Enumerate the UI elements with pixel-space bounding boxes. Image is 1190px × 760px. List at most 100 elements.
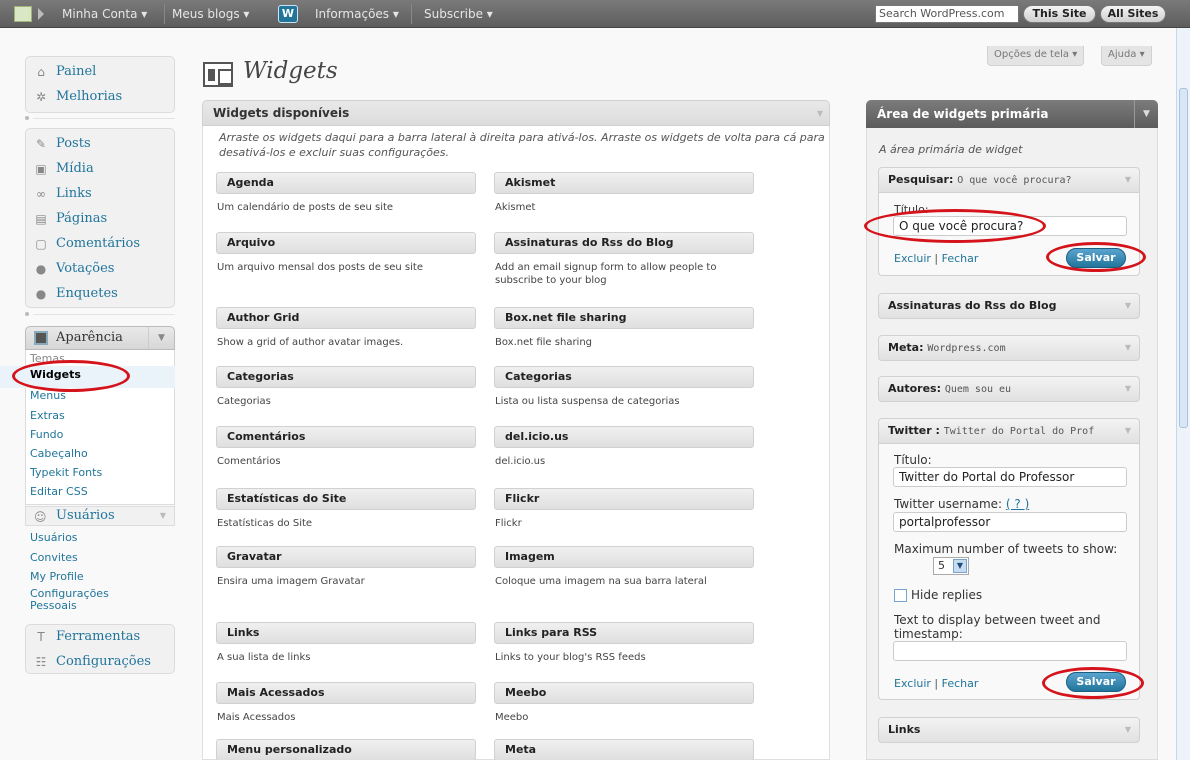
save-button[interactable]: Salvar	[1066, 248, 1126, 268]
close-link[interactable]: Fechar	[942, 677, 979, 690]
submenu-item-menus[interactable]: Menus	[30, 388, 66, 404]
hide-replies-label: Hide replies	[911, 588, 983, 602]
menu-item-midia[interactable]: ▣ Mídia	[26, 157, 174, 181]
close-link[interactable]: Fechar	[942, 252, 979, 265]
chevron-down-icon[interactable]: ▼	[160, 511, 166, 520]
menu-item-ferramentas[interactable]: T Ferramentas	[26, 625, 174, 649]
subscribe-label: Subscribe	[424, 7, 483, 21]
submenu-item-typekit[interactable]: Typekit Fonts	[30, 465, 102, 481]
settings-icon: ☷	[35, 655, 47, 669]
available-widget[interactable]: Categorias	[216, 366, 476, 388]
submenu-item-cabecalho[interactable]: Cabeçalho	[30, 446, 88, 462]
chevron-down-icon[interactable]: ▼	[1125, 718, 1131, 742]
submenu-item-convites[interactable]: Convites	[30, 550, 78, 566]
available-widget[interactable]: Links para RSS	[494, 622, 754, 644]
submenu-item-usuarios[interactable]: Usuários	[30, 530, 78, 546]
title-label: Título:	[894, 203, 929, 216]
twitter-username-input[interactable]: portalprofessor	[893, 512, 1127, 532]
scrollbar[interactable]	[1176, 28, 1190, 760]
wordpress-logo-icon[interactable]: W	[278, 5, 298, 23]
chevron-down-icon[interactable]: ▼	[817, 109, 823, 118]
submenu-item-fundo[interactable]: Fundo	[30, 427, 63, 443]
widget-twitter-header[interactable]: Twitter : Twitter do Portal do Prof ▼	[878, 418, 1140, 444]
widget-rss-header[interactable]: Assinaturas do Rss do Blog ▼	[878, 293, 1140, 319]
subscribe-menu[interactable]: Subscribe ▾	[424, 0, 493, 28]
media-icon: ▣	[35, 162, 47, 176]
menu-item-usuarios[interactable]: ☺ Usuários ▼	[25, 506, 175, 526]
help-link[interactable]: ( ? )	[1006, 497, 1029, 511]
available-widget[interactable]: Agenda	[216, 172, 476, 194]
this-site-button[interactable]: This Site	[1023, 5, 1096, 23]
menu-label: Votações	[56, 261, 115, 276]
available-widgets-header[interactable]: Widgets disponíveis ▼	[202, 100, 830, 126]
available-widget[interactable]: Gravatar	[216, 546, 476, 568]
available-widget[interactable]: del.icio.us	[494, 426, 754, 448]
available-widget[interactable]: Flickr	[494, 488, 754, 510]
chevron-down-icon[interactable]: ▼	[1125, 168, 1131, 192]
submenu-item-my-profile[interactable]: My Profile	[30, 569, 84, 585]
widget-meta-header[interactable]: Meta: Wordpress.com ▼	[878, 335, 1140, 361]
menu-item-painel[interactable]: ⌂ Painel	[26, 60, 174, 84]
available-widget[interactable]: Mais Acessados	[216, 682, 476, 704]
available-widget[interactable]: Comentários	[216, 426, 476, 448]
between-text-input[interactable]	[893, 641, 1127, 661]
menu-item-melhorias[interactable]: ✲ Melhorias	[26, 85, 174, 109]
scrollbar-thumb[interactable]	[1179, 88, 1188, 428]
chevron-down-icon[interactable]: ▼	[1125, 336, 1131, 360]
chevron-down-icon[interactable]: ▼	[1125, 294, 1131, 318]
available-widget[interactable]: Links	[216, 622, 476, 644]
survey-icon: ●	[35, 287, 47, 301]
widget-links-header[interactable]: Links ▼	[878, 717, 1140, 743]
info-menu[interactable]: Informações ▾	[315, 0, 399, 28]
available-widget[interactable]: Estatísticas do Site	[216, 488, 476, 510]
my-blogs-menu[interactable]: Meus blogs ▾	[172, 0, 249, 28]
screen-options-tab[interactable]: Opções de tela ▾	[987, 46, 1085, 66]
available-widget[interactable]: Akismet	[494, 172, 754, 194]
available-widget[interactable]: Assinaturas do Rss do Blog	[494, 232, 754, 254]
save-button[interactable]: Salvar	[1066, 672, 1126, 692]
chevron-down-icon[interactable]: ▼	[1125, 419, 1131, 443]
available-widget[interactable]: Imagem	[494, 546, 754, 568]
chevron-down-icon[interactable]: ▼	[148, 327, 174, 349]
menu-item-configuracoes[interactable]: ☷ Configurações	[26, 650, 174, 674]
my-account-label: Minha Conta	[62, 7, 138, 21]
submenu-item-widgets[interactable]: Widgets	[0, 366, 175, 388]
chevron-down-icon[interactable]: ▼	[1125, 377, 1131, 401]
available-widget[interactable]: Arquivo	[216, 232, 476, 254]
delete-link[interactable]: Excluir	[894, 677, 931, 690]
hide-replies-checkbox[interactable]	[894, 589, 907, 602]
menu-label: Mídia	[56, 161, 94, 176]
arrow-icon	[38, 8, 44, 20]
chevron-down-icon[interactable]: ▼	[1134, 100, 1158, 128]
twitter-title-input[interactable]: Twitter do Portal do Professor	[893, 467, 1127, 487]
available-widget[interactable]: Meta	[494, 739, 754, 760]
menu-item-paginas[interactable]: ▤ Páginas	[26, 207, 174, 231]
help-label: Ajuda	[1108, 49, 1137, 60]
available-widget[interactable]: Box.net file sharing	[494, 307, 754, 329]
widget-authors-header[interactable]: Autores: Quem sou eu ▼	[878, 376, 1140, 402]
submenu-item-editar-css[interactable]: Editar CSS	[30, 484, 88, 500]
search-title-input[interactable]: O que você procura?	[893, 216, 1127, 236]
available-widget[interactable]: Categorias	[494, 366, 754, 388]
search-wordpress-input[interactable]: Search WordPress.com	[875, 5, 1019, 23]
widget-search-header[interactable]: Pesquisar: O que você procura? ▼	[878, 167, 1140, 193]
sidebar-area-header[interactable]: Área de widgets primária ▼	[866, 100, 1158, 128]
help-tab[interactable]: Ajuda ▾	[1101, 46, 1152, 66]
menu-item-enquetes[interactable]: ● Enquetes	[26, 282, 174, 306]
menu-item-aparencia[interactable]: Aparência ▼	[25, 326, 175, 350]
menu-item-comentarios[interactable]: ▢ Comentários	[26, 232, 174, 256]
available-widget[interactable]: Meebo	[494, 682, 754, 704]
available-widget[interactable]: Author Grid	[216, 307, 476, 329]
max-tweets-select[interactable]: 5 ▼	[933, 557, 969, 575]
menu-item-links[interactable]: ∞ Links	[26, 182, 174, 206]
submenu-item-extras[interactable]: Extras	[30, 408, 65, 424]
blavatar-icon[interactable]	[14, 6, 32, 22]
available-widget[interactable]: Menu personalizado	[216, 739, 476, 760]
menu-item-votacoes[interactable]: ● Votações	[26, 257, 174, 281]
delete-link[interactable]: Excluir	[894, 252, 931, 265]
all-sites-button[interactable]: All Sites	[1100, 5, 1166, 23]
my-account-menu[interactable]: Minha Conta ▾	[62, 0, 147, 28]
menu-item-posts[interactable]: ✎ Posts	[26, 132, 174, 156]
submenu-item-temas[interactable]: Temas	[30, 351, 65, 367]
submenu-item-configuracoes-pessoais[interactable]: Configurações Pessoais	[30, 588, 150, 612]
